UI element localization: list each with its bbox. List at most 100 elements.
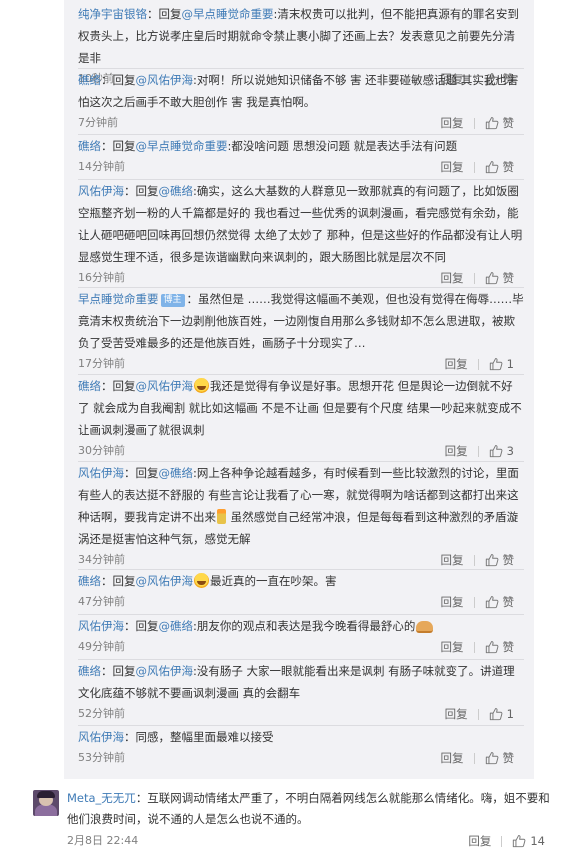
bread-emoji-icon: [416, 621, 434, 633]
thumbs-up-icon: [489, 708, 503, 721]
reply-button[interactable]: 回复: [441, 592, 464, 612]
like-button[interactable]: 14: [512, 831, 545, 851]
reply-username[interactable]: 风佑伊海: [78, 730, 124, 744]
avatar[interactable]: [33, 790, 59, 816]
reply-text: 风佑伊海：回复@礁络:网上各种争论越看越多，有时候看到一些比较激烈的讨论，里面有…: [78, 462, 524, 550]
reply-button[interactable]: 回复: [445, 354, 468, 374]
reply-username[interactable]: 风佑伊海: [78, 466, 124, 480]
comment-username[interactable]: Meta_无无兀: [67, 791, 136, 805]
reply-divider: [78, 614, 524, 615]
reply-button[interactable]: 回复: [441, 637, 464, 657]
reply-username[interactable]: 风佑伊海: [78, 184, 124, 198]
reply-button[interactable]: 回复: [441, 748, 464, 768]
reply-meta: 17分钟前 回复 1: [78, 354, 524, 374]
like-button[interactable]: 赞: [485, 592, 514, 612]
reply-button[interactable]: 回复: [445, 704, 468, 724]
like-button[interactable]: 赞: [485, 268, 514, 288]
reply-meta: 16分钟前 回复 赞: [78, 268, 524, 288]
reply-prefix: ：回复: [101, 73, 136, 87]
reply-item: 礁络：回复@风佑伊海 我还是觉得有争议是好事。思想开花 但是舆论一边倒就不好了 就…: [64, 375, 534, 462]
reply-button[interactable]: 回复: [441, 113, 464, 133]
divider: [473, 117, 475, 129]
thumbs-up-icon: [485, 161, 498, 174]
reply-button[interactable]: 回复: [441, 157, 464, 177]
reply-actions: 回复 1: [445, 704, 514, 724]
reply-text: 风佑伊海：同感，整幅里面最难以接受: [78, 726, 524, 748]
reply-button[interactable]: 回复: [441, 550, 464, 570]
like-button[interactable]: 赞: [485, 550, 515, 570]
reply-text: 早点睡觉命重要 博主 ：虽然但是 ……我觉得这幅画不美观，但也没有觉得在侮辱……毕竟…: [78, 288, 524, 354]
reply-divider: [78, 659, 524, 660]
thumbs-up-icon: [489, 445, 503, 458]
reply-username[interactable]: 礁络: [78, 574, 101, 588]
mention-link[interactable]: @风佑伊海: [136, 379, 194, 393]
like-count: 3: [506, 444, 514, 458]
reply-thread: 纯净宇宙银铬：回复@早点睡觉命重要:清末权贵可以批判，但不能把真源有的罪名安到权…: [64, 0, 534, 779]
reply-body: 最近真的一直在吵架。害: [210, 574, 337, 588]
mention-link[interactable]: @礁络: [159, 619, 194, 633]
like-label: 赞: [502, 553, 515, 567]
reply-username[interactable]: 礁络: [78, 73, 101, 87]
reply-time: 7分钟前: [78, 116, 118, 129]
reply-username[interactable]: 礁络: [78, 139, 101, 153]
divider: [473, 641, 475, 653]
reply-text: 礁络：回复@早点睡觉命重要:都没啥问题 思想没问题 就是表达手法有问题: [78, 135, 524, 157]
reply-divider: [78, 287, 524, 288]
thumbs-up-icon: [485, 554, 498, 567]
reply-prefix: ：回复: [124, 184, 159, 198]
reply-time: 17分钟前: [78, 357, 125, 370]
divider: [473, 596, 475, 608]
reply-meta: 47分钟前 回复 赞: [78, 592, 524, 612]
reply-divider: [78, 725, 524, 726]
comment-time: 2月8日 22:44: [67, 834, 139, 847]
reply-actions: 回复 3: [445, 441, 514, 461]
thumbs-up-icon: [485, 641, 498, 654]
reply-actions: 回复 赞: [441, 268, 515, 288]
like-button[interactable]: 3: [489, 441, 514, 461]
reply-item: 风佑伊海：回复@礁络:朋友你的观点和表达是我今晚看得最舒心的 49分钟前 回复 赞: [64, 615, 534, 660]
divider: [477, 445, 479, 457]
reply-time: 16分钟前: [78, 271, 125, 284]
reply-username[interactable]: 礁络: [78, 379, 101, 393]
mention-link[interactable]: @早点睡觉命重要: [136, 139, 228, 153]
reply-prefix: ：: [186, 292, 199, 306]
like-button[interactable]: 1: [489, 704, 514, 724]
reply-actions: 回复 赞: [441, 113, 515, 133]
candle-emoji-icon: [217, 509, 226, 524]
reply-button[interactable]: 回复: [445, 441, 468, 461]
reply-prefix: ：: [124, 730, 136, 744]
like-button[interactable]: 赞: [485, 748, 514, 768]
mention-link[interactable]: @礁络: [159, 184, 194, 198]
reply-button[interactable]: 回复: [468, 831, 491, 851]
reply-prefix: ：回复: [101, 139, 136, 153]
reply-actions: 回复 赞: [441, 157, 515, 177]
like-button[interactable]: 1: [489, 354, 514, 374]
reply-prefix: ：回复: [124, 619, 159, 633]
main-comment: Meta_无无兀：互联网调动情绪太严重了，不明白隔着网线怎么就能那么情绪化。嗨，…: [0, 780, 570, 853]
mention-link[interactable]: @早点睡觉命重要: [182, 7, 274, 21]
reply-username[interactable]: 礁络: [78, 664, 101, 678]
mention-link[interactable]: @风佑伊海: [136, 574, 194, 588]
mention-link[interactable]: @风佑伊海: [136, 73, 194, 87]
reply-divider: [78, 461, 524, 462]
reply-text: 礁络：回复@风佑伊海 最近真的一直在吵架。害: [78, 570, 524, 592]
reply-button[interactable]: 回复: [441, 268, 464, 288]
reply-time: 14分钟前: [78, 160, 125, 173]
reply-username[interactable]: 风佑伊海: [78, 619, 124, 633]
reply-item: 纯净宇宙银铬：回复@早点睡觉命重要:清末权贵可以批判，但不能把真源有的罪名安到权…: [64, 3, 534, 86]
like-button[interactable]: 赞: [485, 637, 514, 657]
reply-time: 34分钟前: [78, 553, 125, 566]
reply-text: 风佑伊海：回复@礁络:确实，这么大基数的人群意见一致那就真的有问题了，比如饭圈空…: [78, 180, 524, 268]
like-button[interactable]: 赞: [485, 113, 514, 133]
like-button[interactable]: 赞: [485, 157, 514, 177]
mention-link[interactable]: @风佑伊海: [136, 664, 194, 678]
author-badge: 博主: [160, 294, 185, 307]
reply-time: 49分钟前: [78, 640, 125, 653]
reply-username[interactable]: 纯净宇宙银铬: [78, 7, 147, 21]
mention-link[interactable]: @礁络: [159, 466, 194, 480]
reply-text: 礁络：回复@风佑伊海 我还是觉得有争议是好事。思想开花 但是舆论一边倒就不好了 就…: [78, 375, 524, 441]
reply-username[interactable]: 早点睡觉命重要: [78, 292, 159, 306]
reply-time: 47分钟前: [78, 595, 125, 608]
reply-actions: 回复 赞: [441, 637, 515, 657]
divider: [501, 835, 503, 847]
